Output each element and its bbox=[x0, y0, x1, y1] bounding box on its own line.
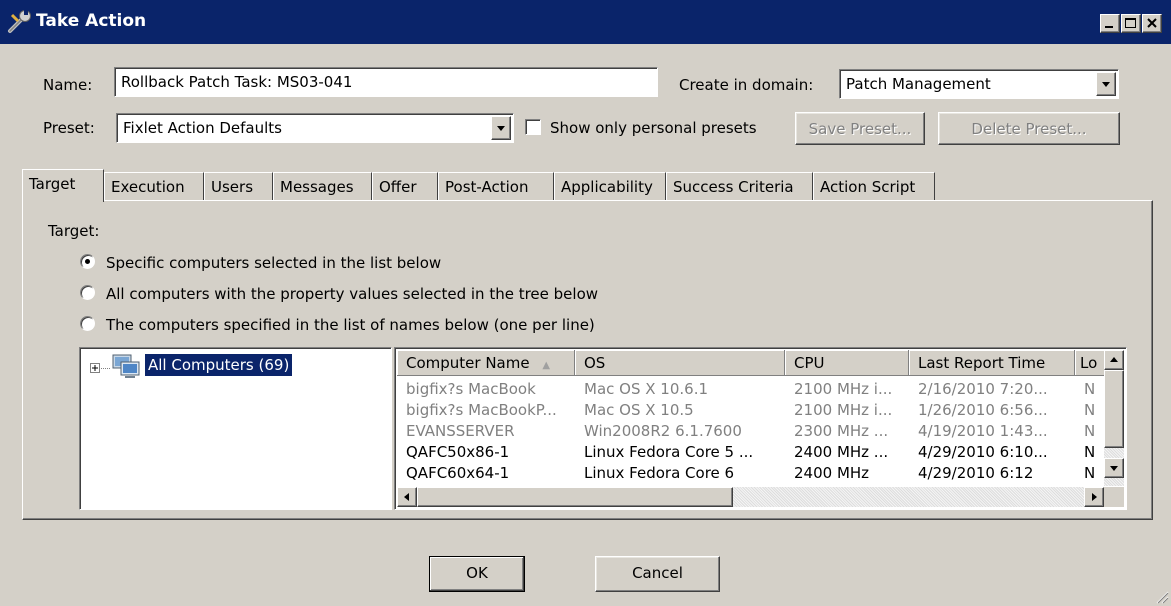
name-field[interactable]: Rollback Patch Task: MS03-041 bbox=[114, 67, 658, 97]
column-last-report-time[interactable]: Last Report Time bbox=[909, 350, 1075, 376]
cell-computer-name: QAFC50x86-1 bbox=[406, 443, 510, 461]
title-bar[interactable]: Take Action bbox=[0, 0, 1171, 44]
cell-lo: N bbox=[1084, 401, 1096, 419]
tab-action-script[interactable]: Action Script bbox=[813, 172, 935, 200]
cell-cpu: 2300 MHz ... bbox=[794, 422, 889, 440]
personal-presets-label[interactable]: Show only personal presets bbox=[550, 119, 757, 137]
tree-connector bbox=[101, 368, 111, 369]
cell-last-report: 4/29/2010 6:10... bbox=[918, 443, 1048, 461]
cell-os: Linux Fedora Core 5 ... bbox=[584, 443, 754, 461]
cell-computer-name: QAFC60x64-1 bbox=[406, 464, 510, 480]
delete-preset-button[interactable]: Delete Preset... bbox=[938, 112, 1120, 145]
radio-specific-computers-label[interactable]: Specific computers selected in the list … bbox=[106, 254, 441, 272]
cell-os: Mac OS X 10.5 bbox=[584, 401, 694, 419]
horizontal-scroll-thumb[interactable] bbox=[417, 487, 733, 507]
computer-tree[interactable]: All Computers (69) bbox=[79, 347, 392, 510]
scroll-down-button[interactable] bbox=[1104, 458, 1124, 478]
column-computer-name[interactable]: Computer Name ▲ bbox=[397, 350, 575, 376]
cell-lo: N bbox=[1084, 443, 1096, 461]
chevron-down-icon[interactable] bbox=[1096, 72, 1116, 96]
close-button[interactable] bbox=[1142, 14, 1162, 33]
vertical-scroll-thumb[interactable] bbox=[1104, 370, 1124, 448]
preset-select[interactable]: Fixlet Action Defaults bbox=[116, 113, 514, 143]
column-cpu[interactable]: CPU bbox=[785, 350, 909, 376]
vertical-scrollbar[interactable] bbox=[1104, 350, 1124, 486]
tab-offer[interactable]: Offer bbox=[372, 172, 438, 200]
computers-icon bbox=[112, 354, 140, 378]
cancel-button[interactable]: Cancel bbox=[595, 556, 720, 592]
cell-cpu: 2400 MHz bbox=[794, 464, 870, 480]
tab-post-action[interactable]: Post-Action bbox=[438, 172, 554, 200]
arrow-up-icon bbox=[1110, 357, 1118, 362]
radio-property-values-label[interactable]: All computers with the property values s… bbox=[106, 285, 598, 303]
tab-success-criteria[interactable]: Success Criteria bbox=[666, 172, 813, 200]
wrench-icon bbox=[8, 9, 31, 33]
cell-computer-name: bigfix?s MacBookP... bbox=[406, 401, 557, 419]
computer-list[interactable]: Computer Name ▲ OS CPU Last Report Time … bbox=[394, 347, 1127, 510]
cell-lo: N bbox=[1084, 464, 1096, 480]
chevron-down-icon[interactable] bbox=[491, 116, 511, 140]
tab-messages[interactable]: Messages bbox=[273, 172, 372, 200]
minimize-button[interactable] bbox=[1100, 14, 1120, 33]
ok-button[interactable]: OK bbox=[429, 556, 525, 592]
cell-lo: N bbox=[1084, 380, 1096, 398]
save-preset-button[interactable]: Save Preset... bbox=[795, 112, 925, 145]
tab-applicability[interactable]: Applicability bbox=[554, 172, 666, 200]
cell-cpu: 2100 MHz i... bbox=[794, 380, 893, 398]
tab-users[interactable]: Users bbox=[204, 172, 273, 200]
radio-name-list[interactable] bbox=[80, 316, 95, 331]
cell-os: Win2008R2 6.1.7600 bbox=[584, 422, 742, 440]
column-computer-name-label: Computer Name bbox=[406, 354, 530, 372]
cell-last-report: 1/26/2010 6:56... bbox=[918, 401, 1048, 419]
take-action-dialog: Take Action Name: Rollback Patch Task: M… bbox=[0, 0, 1171, 606]
maximize-icon bbox=[1125, 18, 1136, 28]
cell-os: Linux Fedora Core 6 bbox=[584, 464, 735, 480]
arrow-right-icon bbox=[1092, 493, 1097, 501]
close-icon bbox=[1147, 18, 1157, 28]
name-label: Name: bbox=[43, 76, 93, 94]
preset-select-value: Fixlet Action Defaults bbox=[123, 119, 282, 137]
tab-target[interactable]: Target bbox=[22, 169, 104, 202]
cell-last-report: 2/16/2010 7:20... bbox=[918, 380, 1048, 398]
scroll-left-button[interactable] bbox=[397, 487, 417, 507]
cell-last-report: 4/29/2010 6:12 bbox=[918, 464, 1034, 480]
radio-specific-computers[interactable] bbox=[80, 254, 95, 269]
tab-execution[interactable]: Execution bbox=[104, 172, 204, 200]
expand-icon[interactable] bbox=[90, 363, 101, 374]
cell-last-report: 4/19/2010 1:43... bbox=[918, 422, 1048, 440]
target-heading: Target: bbox=[48, 222, 100, 240]
domain-select-value: Patch Management bbox=[846, 75, 991, 93]
radio-name-list-label[interactable]: The computers specified in the list of n… bbox=[106, 316, 595, 334]
cell-computer-name: EVANSSERVER bbox=[406, 422, 515, 440]
column-lo[interactable]: Lo bbox=[1075, 350, 1105, 376]
window-title: Take Action bbox=[36, 11, 147, 31]
scrollbar-corner bbox=[1104, 487, 1124, 507]
minimize-icon bbox=[1105, 26, 1113, 28]
column-os[interactable]: OS bbox=[575, 350, 785, 376]
tree-root-all-computers[interactable]: All Computers (69) bbox=[145, 354, 293, 376]
cell-cpu: 2100 MHz i... bbox=[794, 401, 893, 419]
cell-computer-name: bigfix?s MacBook bbox=[406, 380, 536, 398]
preset-label: Preset: bbox=[43, 119, 95, 137]
domain-select[interactable]: Patch Management bbox=[839, 69, 1119, 99]
scroll-up-button[interactable] bbox=[1104, 350, 1124, 370]
arrow-down-icon bbox=[1110, 466, 1118, 471]
sort-ascending-icon: ▲ bbox=[542, 360, 551, 371]
personal-presets-checkbox[interactable] bbox=[525, 119, 541, 135]
cell-os: Mac OS X 10.6.1 bbox=[584, 380, 708, 398]
domain-label: Create in domain: bbox=[679, 76, 814, 94]
radio-property-values[interactable] bbox=[80, 285, 95, 300]
horizontal-scrollbar[interactable] bbox=[397, 487, 1104, 507]
maximize-button[interactable] bbox=[1121, 14, 1141, 33]
resize-grip-icon[interactable] bbox=[1155, 590, 1169, 604]
cell-lo: N bbox=[1084, 422, 1096, 440]
cell-cpu: 2400 MHz ... bbox=[794, 443, 889, 461]
arrow-left-icon bbox=[404, 493, 409, 501]
scroll-right-button[interactable] bbox=[1084, 487, 1104, 507]
